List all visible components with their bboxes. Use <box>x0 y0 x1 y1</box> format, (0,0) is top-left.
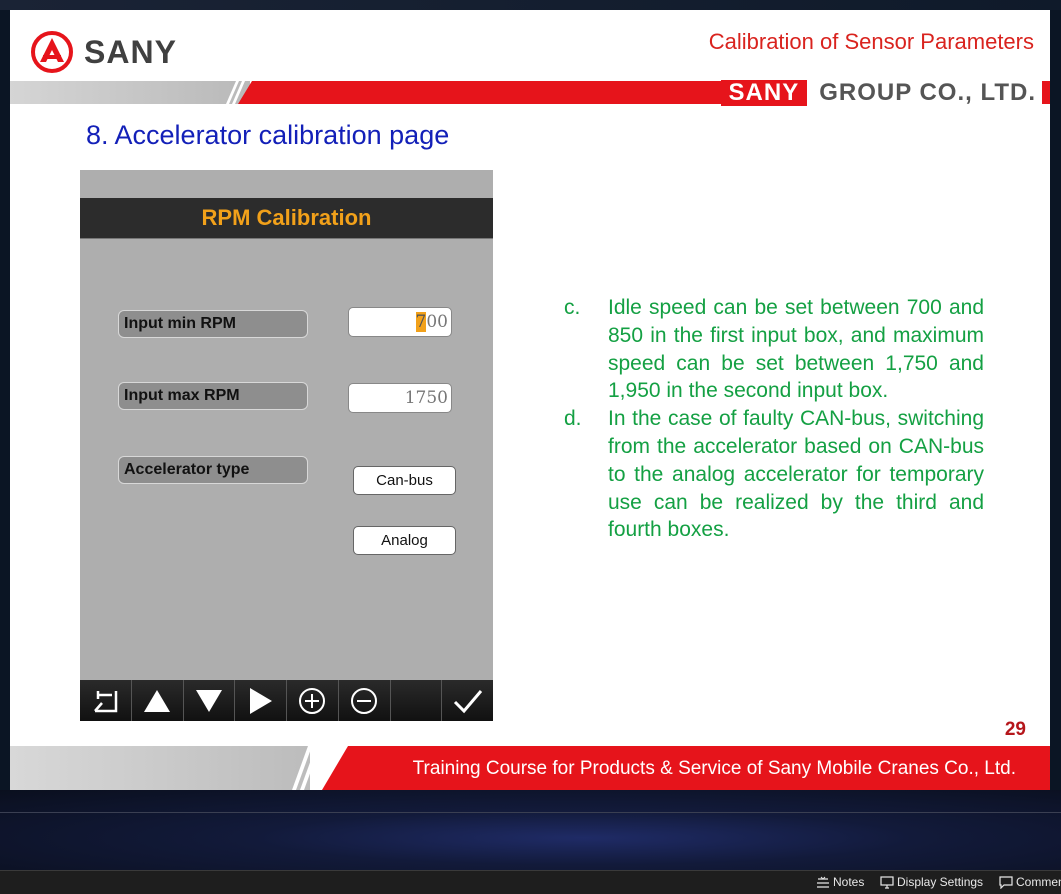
list-item: d. In the case of faulty CAN-bus, switch… <box>564 405 984 544</box>
minus-icon <box>351 687 378 714</box>
right-arrow-icon <box>249 687 272 714</box>
company-name: SANY GROUP CO., LTD. <box>720 80 1042 106</box>
company-rest: GROUP CO., LTD. <box>807 80 1042 106</box>
plus-button[interactable] <box>287 680 339 721</box>
plus-icon <box>299 687 326 714</box>
slide-title: Calibration of Sensor Parameters <box>708 29 1034 54</box>
down-button[interactable] <box>183 680 236 721</box>
footer-stripes <box>292 746 320 790</box>
display-settings-icon <box>880 875 894 889</box>
section-heading: 8. Accelerator calibration page <box>86 120 450 150</box>
page-number: 29 <box>1004 719 1026 740</box>
logo-text: SANY <box>84 33 177 70</box>
footer-grey-band <box>10 746 310 790</box>
confirm-button[interactable] <box>442 680 493 721</box>
note-label: d. <box>564 407 582 431</box>
footer-text: Training Course for Products & Service o… <box>412 758 1016 779</box>
slide: SANY Calibration of Sensor Parameters SA… <box>10 10 1050 790</box>
back-button[interactable] <box>80 680 132 721</box>
max-rpm-input[interactable]: 1750 <box>348 383 452 413</box>
comments-label: Commen <box>1016 875 1061 889</box>
blank-button[interactable] <box>390 680 443 721</box>
down-arrow-icon <box>195 689 222 712</box>
header-grey-band <box>10 81 250 104</box>
status-bar: Notes Display Settings Commen <box>0 870 1061 894</box>
accelerator-type-label: Accelerator type <box>118 456 308 484</box>
back-icon <box>94 690 118 712</box>
notes-button[interactable]: Notes <box>816 875 864 889</box>
sany-logo: SANY <box>30 30 177 74</box>
comments-button[interactable]: Commen <box>999 875 1061 889</box>
check-icon <box>453 689 482 713</box>
right-button[interactable] <box>235 680 287 721</box>
device-screen: RPM Calibration Input min RPM 700 Input … <box>80 170 493 721</box>
window-top-bar <box>0 0 1061 10</box>
min-rpm-cursor: 7 <box>415 312 427 332</box>
window-background <box>0 790 1061 870</box>
min-rpm-input[interactable]: 700 <box>348 307 452 337</box>
notes-list: c. Idle speed can be set between 700 and… <box>564 294 984 544</box>
min-rpm-value-rest: 00 <box>426 312 448 332</box>
device-title: RPM Calibration <box>201 205 372 230</box>
note-text: Idle speed can be set between 700 and 85… <box>608 296 984 403</box>
comment-icon <box>999 875 1013 889</box>
device-title-bar: RPM Calibration <box>80 198 493 239</box>
up-button[interactable] <box>131 680 184 721</box>
notes-label: Notes <box>833 875 865 889</box>
analog-button[interactable]: Analog <box>353 526 456 555</box>
max-rpm-label: Input max RPM <box>118 382 308 410</box>
note-text: In the case of faulty CAN-bus, switching… <box>608 407 984 542</box>
display-settings-label: Display Settings <box>897 875 984 889</box>
note-label: c. <box>564 296 581 319</box>
device-toolbar <box>80 680 493 721</box>
minus-button[interactable] <box>338 680 391 721</box>
display-settings-button[interactable]: Display Settings <box>880 875 983 889</box>
min-rpm-label: Input min RPM <box>118 310 308 338</box>
sany-logo-icon <box>31 31 73 73</box>
company-brand: SANY <box>720 80 808 106</box>
up-arrow-icon <box>144 689 171 712</box>
list-item: c. Idle speed can be set between 700 and… <box>564 294 984 405</box>
canbus-button[interactable]: Can-bus <box>353 466 456 495</box>
notes-icon <box>817 876 829 888</box>
